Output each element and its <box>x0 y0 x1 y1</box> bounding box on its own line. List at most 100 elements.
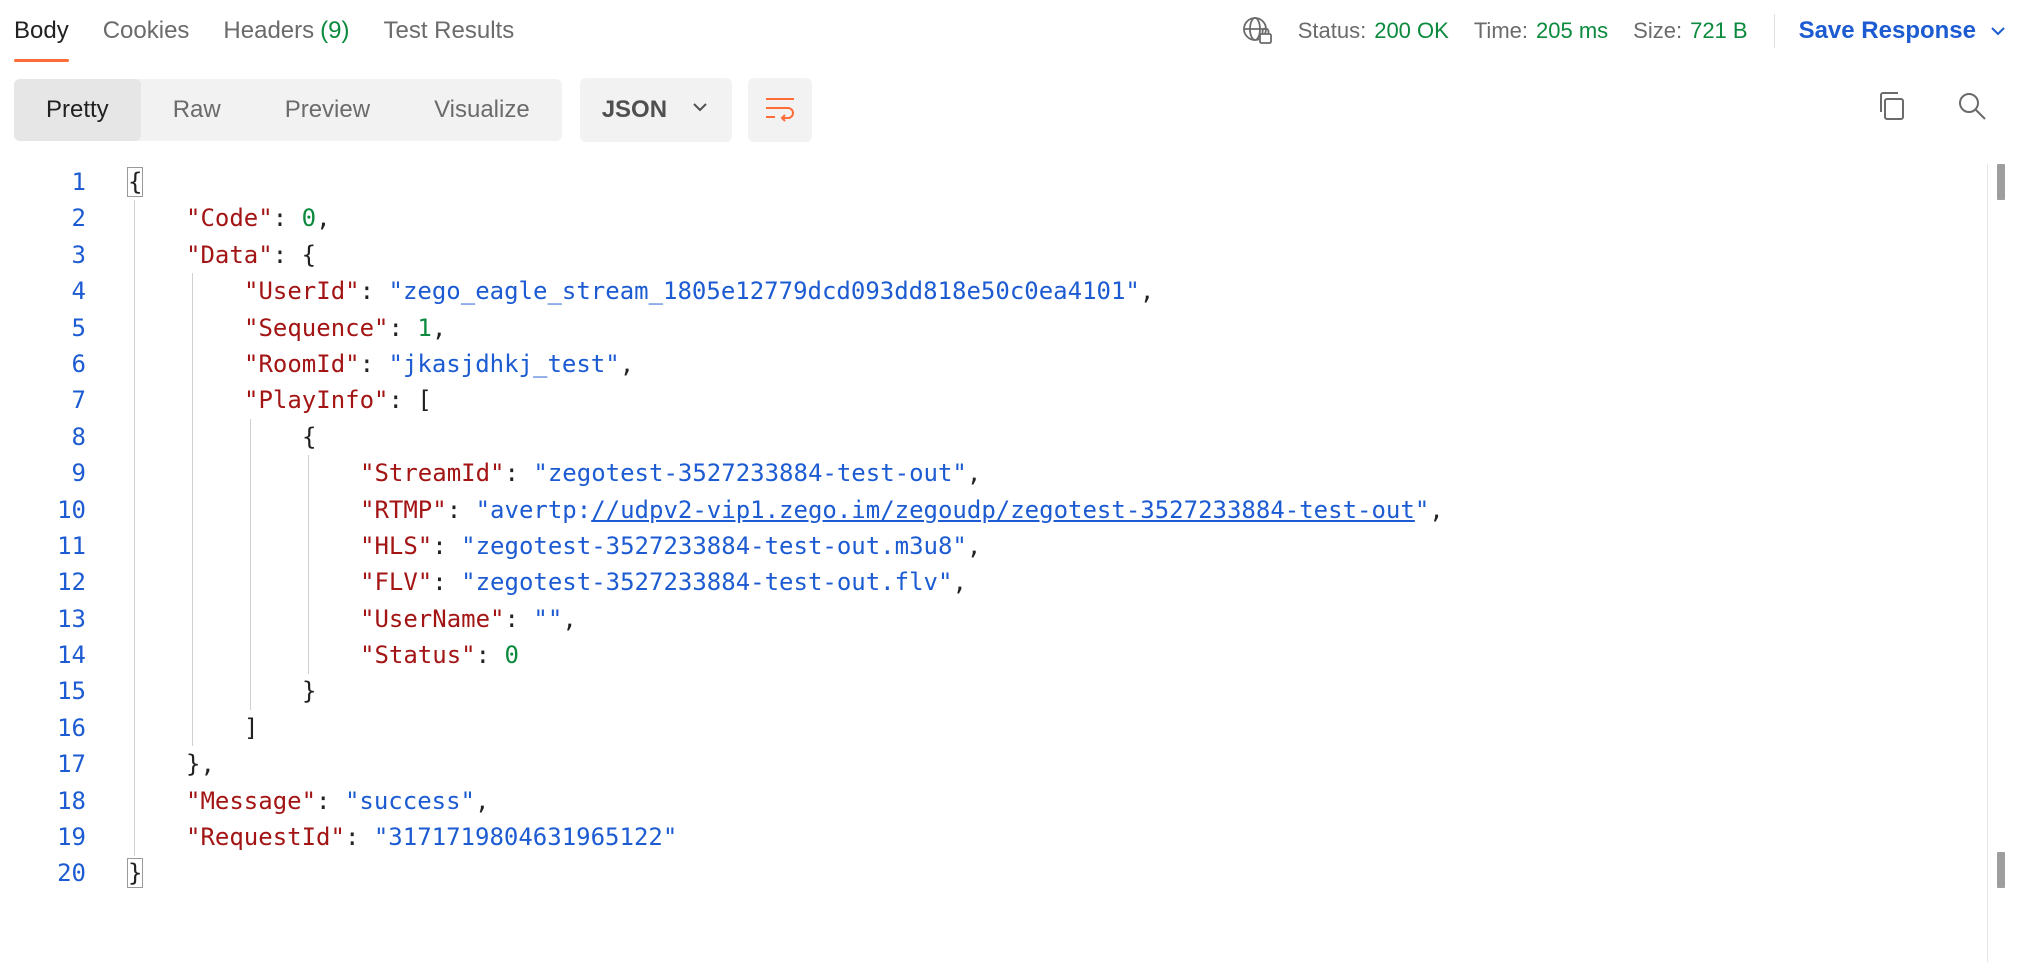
code-token: : <box>359 349 389 378</box>
status-indicator[interactable]: Status: 200 OK <box>1298 18 1449 44</box>
code-token: "Sequence" <box>244 313 389 342</box>
code-token: : <box>272 204 302 233</box>
code-token: , <box>1429 495 1444 524</box>
code-token: } <box>302 677 317 706</box>
copy-button[interactable] <box>1872 88 1912 128</box>
code-line-text: "Message": "success", <box>186 783 489 819</box>
status-divider <box>1773 14 1775 48</box>
response-tabs: Body Cookies Headers (9) Test Results <box>14 0 548 62</box>
code-token: "HLS" <box>360 531 433 560</box>
code-link[interactable]: //udpv2-vip1.zego.im/zegoudp/zegotest-35… <box>591 496 1415 524</box>
code-line-text: "RoomId": "jkasjdhkj_test", <box>244 346 634 382</box>
tab-cookies[interactable]: Cookies <box>103 0 190 62</box>
code-line: 7 "PlayInfo": [ <box>0 382 1996 418</box>
code-line-text: "FLV": "zegotest-3527233884-test-out.flv… <box>360 564 967 600</box>
code-token: " <box>1414 495 1430 524</box>
code-token: "RTMP" <box>360 495 447 524</box>
code-token: "UserName" <box>360 604 505 633</box>
code-line: 15} <box>0 673 1996 709</box>
code-token: "PlayInfo" <box>244 386 389 415</box>
code-line: 18 "Message": "success", <box>0 783 1996 819</box>
code-line-text: "Status": 0 <box>360 637 519 673</box>
code-line-text: { <box>126 164 144 200</box>
code-line: 5 "Sequence": 1, <box>0 310 1996 346</box>
view-mode-visualize[interactable]: Visualize <box>402 79 562 141</box>
code-line-text: "UserName": "", <box>360 601 577 637</box>
line-number: 14 <box>57 641 86 670</box>
code-token: "zego_eagle_stream_1805e12779dcd093dd818… <box>388 277 1140 306</box>
tab-test-results[interactable]: Test Results <box>383 0 514 62</box>
code-line-text: ] <box>244 710 258 746</box>
code-line: 11 "HLS": "zegotest-3527233884-test-out.m… <box>0 528 1996 564</box>
wrap-lines-button[interactable] <box>747 78 812 142</box>
code-token: { <box>126 167 144 197</box>
view-mode-preview[interactable]: Preview <box>253 79 402 141</box>
line-number: 11 <box>57 531 86 560</box>
size-value: 721 B <box>1690 18 1748 43</box>
search-button[interactable] <box>1952 88 1992 128</box>
code-token: "Message" <box>186 786 317 815</box>
scrollbar-thumb-top[interactable] <box>1997 164 2005 200</box>
code-line-text: "PlayInfo": [ <box>244 382 432 418</box>
code-line: 2 "Code": 0, <box>0 200 1996 236</box>
wrap-lines-icon <box>763 91 797 130</box>
code-token: , <box>562 604 577 633</box>
line-number: 8 <box>71 422 86 451</box>
code-line-text: "HLS": "zegotest-3527233884-test-out.m3u… <box>360 528 981 564</box>
code-line: 20} <box>0 855 1996 891</box>
time-indicator[interactable]: Time: 205 ms <box>1474 18 1608 44</box>
code-line: 8{ <box>0 419 1996 455</box>
code-token: "Code" <box>186 204 273 233</box>
tab-cookies-label: Cookies <box>102 17 190 44</box>
code-token: "RequestId" <box>186 823 345 852</box>
view-mode-pretty[interactable]: Pretty <box>14 79 141 141</box>
line-number: 15 <box>57 677 86 706</box>
code-token: "success" <box>344 786 475 815</box>
indent-guide <box>134 200 135 856</box>
save-response-label: Save Response <box>1798 17 1976 44</box>
code-line: 12 "FLV": "zegotest-3527233884-test-out.f… <box>0 564 1996 600</box>
code-token: : <box>504 604 534 633</box>
chevron-down-icon <box>1988 21 2008 41</box>
code-token: "Data" <box>186 240 273 269</box>
code-token: , <box>619 349 635 378</box>
format-select-value: JSON <box>601 96 668 123</box>
code-line-text: } <box>302 673 316 709</box>
code-line-text: }, <box>186 746 215 782</box>
indent-guide <box>250 418 251 710</box>
code-token: "RoomId" <box>244 349 360 378</box>
code-token: : <box>446 495 476 524</box>
view-mode-raw[interactable]: Raw <box>141 79 253 141</box>
network-globe-lock-icon[interactable] <box>1241 15 1273 47</box>
code-token: "FLV" <box>360 568 433 597</box>
line-number: 10 <box>57 495 86 524</box>
line-number: 7 <box>71 386 86 415</box>
code-line-text: "RTMP": "avertp://udpv2-vip1.zego.im/zeg… <box>360 492 1444 528</box>
size-label: Size: <box>1633 18 1683 43</box>
code-token: 0 <box>301 204 317 233</box>
line-number: 6 <box>71 349 86 378</box>
code-line-text: "Code": 0, <box>186 200 331 236</box>
line-number: 3 <box>71 240 86 269</box>
size-indicator[interactable]: Size: 721 B <box>1633 18 1747 44</box>
format-select[interactable]: JSON <box>579 78 732 142</box>
scrollbar-track[interactable] <box>1987 164 1988 962</box>
line-number: 20 <box>57 859 86 888</box>
code-token: , <box>952 568 967 597</box>
scrollbar-thumb-bottom[interactable] <box>1997 852 2005 888</box>
line-number: 17 <box>57 750 86 779</box>
line-number: 12 <box>57 568 86 597</box>
save-response-button[interactable]: Save Response <box>1799 17 2008 45</box>
line-number: 2 <box>71 204 86 233</box>
code-token: "zegotest-3527233884-test-out.flv" <box>461 568 953 597</box>
status-label: Status: <box>1297 18 1367 43</box>
code-token: : <box>432 531 462 560</box>
tab-body[interactable]: Body <box>14 0 69 62</box>
json-code-viewer[interactable]: 1{2 "Code": 0, 3 "Data": {4 "UserId": "zego_… <box>0 164 1996 892</box>
code-token: , <box>316 204 331 233</box>
code-token: "Status" <box>360 641 476 670</box>
tab-headers[interactable]: Headers (9) <box>223 0 349 62</box>
code-line: 17}, <box>0 746 1996 782</box>
code-line: 14 "Status": 0 <box>0 637 1996 673</box>
response-pane: Body Cookies Headers (9) Test Results St… <box>0 0 2020 962</box>
